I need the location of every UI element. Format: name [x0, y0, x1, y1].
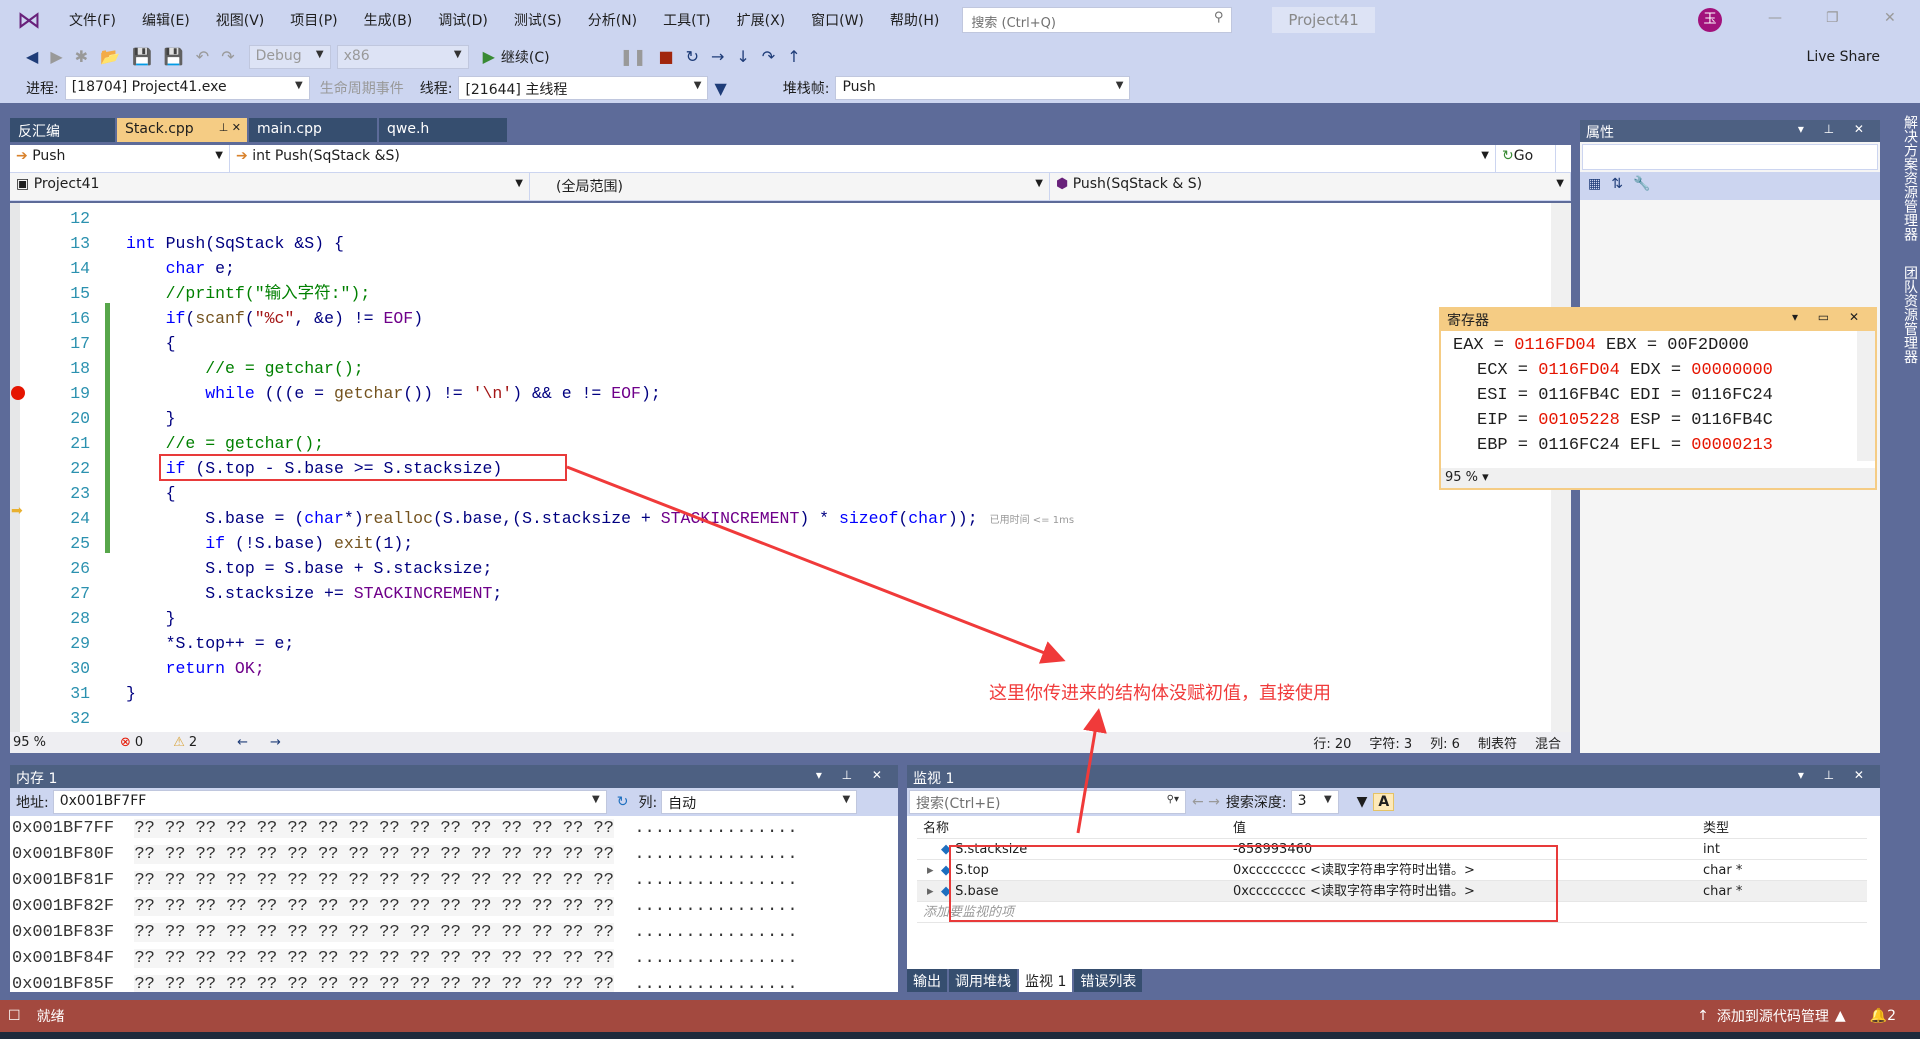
status-bar: ☐ 就绪 ↑ 添加到源代码管理 ▲ 🔔2	[0, 1000, 1920, 1032]
annotation-text: 这里你传进来的结构体没赋初值，直接使用	[989, 683, 1331, 704]
annotation-arrow	[566, 465, 1066, 664]
bell-icon: 🔔	[1869, 1008, 1888, 1024]
annotation-arrow	[1076, 708, 1107, 834]
taskbar-edge	[0, 1032, 1920, 1039]
source-control-button[interactable]: 添加到源代码管理	[1717, 1006, 1829, 1026]
notifications-button[interactable]: 🔔2	[1870, 1008, 1896, 1024]
caret-up-icon: ▲	[1834, 1008, 1846, 1024]
upload-icon: ↑	[1697, 1008, 1709, 1024]
annotation-arrows	[566, 465, 1107, 834]
status-icon: ☐	[8, 1008, 21, 1024]
